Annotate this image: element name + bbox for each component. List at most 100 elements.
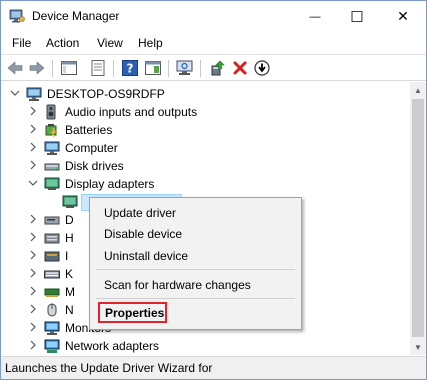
tree-item-label: Computer xyxy=(65,141,118,155)
back-icon xyxy=(7,61,23,75)
display-adapter-icon xyxy=(44,176,60,192)
forward-button[interactable] xyxy=(28,59,46,77)
ide-controller-icon xyxy=(44,248,60,264)
properties-icon xyxy=(91,60,105,76)
toolbar-separator xyxy=(168,60,169,77)
expand-chevron-icon[interactable] xyxy=(28,160,38,172)
tree-item-audio[interactable]: Audio inputs and outputs xyxy=(1,103,410,121)
context-item-label: Scan for hardware changes xyxy=(104,278,251,292)
expand-chevron-icon[interactable] xyxy=(28,286,38,298)
tree-item-label: M xyxy=(65,285,75,299)
context-menu: Update driver Disable device Uninstall d… xyxy=(89,197,302,330)
menu-help[interactable]: Help xyxy=(138,36,163,50)
display-adapter-child-icon xyxy=(62,194,78,210)
collapse-chevron-icon[interactable] xyxy=(10,88,20,100)
tree-root-row[interactable]: DESKTOP-OS9RDFP xyxy=(1,85,410,103)
context-disable-device[interactable]: Disable device xyxy=(90,223,301,244)
memory-icon xyxy=(44,284,60,300)
tree-item-label: N xyxy=(65,303,74,317)
tree-item-computer[interactable]: Computer xyxy=(1,139,410,157)
expand-chevron-icon[interactable] xyxy=(28,304,38,316)
toolbar-separator xyxy=(113,60,114,77)
context-separator xyxy=(96,298,295,299)
tree-item-label: K xyxy=(65,267,74,281)
back-button[interactable] xyxy=(6,59,24,77)
expand-chevron-icon[interactable] xyxy=(28,106,38,118)
expand-chevron-icon[interactable] xyxy=(28,322,38,334)
dvd-drive-icon xyxy=(44,212,60,228)
expand-chevron-icon[interactable] xyxy=(28,340,38,352)
tree-item-batteries[interactable]: Batteries xyxy=(1,121,410,139)
scan-hardware-icon xyxy=(176,60,193,75)
scrollbar-thumb[interactable] xyxy=(412,99,424,337)
tree-item-label: Network adapters xyxy=(65,339,160,353)
mouse-icon xyxy=(44,302,60,318)
expand-chevron-icon[interactable] xyxy=(28,250,38,262)
context-item-label: Disable device xyxy=(104,227,183,241)
help-toolbar-button[interactable]: ? xyxy=(121,59,139,77)
tree-item-label: Audio inputs and outputs xyxy=(65,105,198,119)
context-properties[interactable]: Properties xyxy=(98,302,167,323)
tree-item-label: Batteries xyxy=(65,123,113,137)
scan-hardware-button[interactable] xyxy=(176,59,194,77)
expand-chevron-icon[interactable] xyxy=(28,214,38,226)
update-driver-icon xyxy=(211,60,225,76)
network-adapter-icon xyxy=(44,338,60,354)
help-icon: ? xyxy=(122,60,138,76)
action-pane-button[interactable] xyxy=(144,59,162,77)
expand-chevron-icon[interactable] xyxy=(28,142,38,154)
battery-icon xyxy=(44,122,60,138)
enable-device-button[interactable] xyxy=(253,59,271,77)
context-scan-hardware[interactable]: Scan for hardware changes xyxy=(90,274,301,295)
window-title: Device Manager xyxy=(32,9,120,23)
status-text: Launches the Update Driver Wizard for xyxy=(5,361,213,375)
tree-item-label: Display adapters xyxy=(65,177,155,191)
context-properties-label: Properties xyxy=(105,306,165,320)
expand-chevron-icon[interactable] xyxy=(28,124,38,136)
context-separator xyxy=(96,269,295,270)
vertical-scrollbar[interactable]: ▲ ▼ xyxy=(410,82,426,355)
svg-text:?: ? xyxy=(127,62,134,76)
expand-chevron-icon[interactable] xyxy=(28,268,38,280)
tree-item-display-adapters[interactable]: Display adapters xyxy=(1,175,410,193)
menu-view[interactable]: View xyxy=(97,36,123,50)
tree-item-label: I xyxy=(65,249,69,263)
toolbar-separator xyxy=(52,60,53,77)
collapse-chevron-icon[interactable] xyxy=(28,178,38,190)
maximize-button[interactable]: ☐ xyxy=(336,1,378,32)
forward-icon xyxy=(29,61,45,75)
action-pane-icon xyxy=(145,61,161,75)
context-item-label: Uninstall device xyxy=(104,249,189,263)
tree-item-network-adapters[interactable]: Network adapters xyxy=(1,337,410,355)
scroll-up-arrow-icon[interactable]: ▲ xyxy=(410,82,426,98)
console-tree-button[interactable] xyxy=(60,59,78,77)
device-manager-window: Device Manager — ☐ ✕ File Action View He… xyxy=(0,0,427,380)
menu-file[interactable]: File xyxy=(12,36,31,50)
title-bar[interactable]: Device Manager — ☐ ✕ xyxy=(1,1,426,32)
tree-item-label: H xyxy=(65,231,74,245)
menu-action[interactable]: Action xyxy=(46,36,79,50)
tree-item-disk-drives[interactable]: Disk drives xyxy=(1,157,410,175)
device-manager-app-icon xyxy=(9,9,25,23)
properties-toolbar-button[interactable] xyxy=(89,59,107,77)
tree-item-label: Disk drives xyxy=(65,159,124,173)
context-update-driver[interactable]: Update driver xyxy=(90,202,301,223)
toolbar: ? xyxy=(1,54,426,81)
tree-root-label: DESKTOP-OS9RDFP xyxy=(47,87,165,101)
status-bar: Launches the Update Driver Wizard for xyxy=(1,356,426,379)
update-driver-toolbar-button[interactable] xyxy=(208,59,226,77)
toolbar-separator xyxy=(200,60,201,77)
monitor-icon xyxy=(44,320,60,336)
close-button[interactable]: ✕ xyxy=(382,1,424,32)
keyboard-icon xyxy=(44,266,60,282)
scroll-down-arrow-icon[interactable]: ▼ xyxy=(410,339,426,355)
uninstall-toolbar-button[interactable] xyxy=(231,59,249,77)
context-uninstall-device[interactable]: Uninstall device xyxy=(90,245,301,266)
expand-chevron-icon[interactable] xyxy=(28,232,38,244)
maximize-icon: ☐ xyxy=(350,8,364,26)
disk-drive-icon xyxy=(44,158,60,174)
menu-bar: File Action View Help xyxy=(1,33,426,53)
minimize-button[interactable]: — xyxy=(294,1,336,32)
enable-device-icon xyxy=(254,60,270,76)
computer-icon xyxy=(44,140,60,156)
